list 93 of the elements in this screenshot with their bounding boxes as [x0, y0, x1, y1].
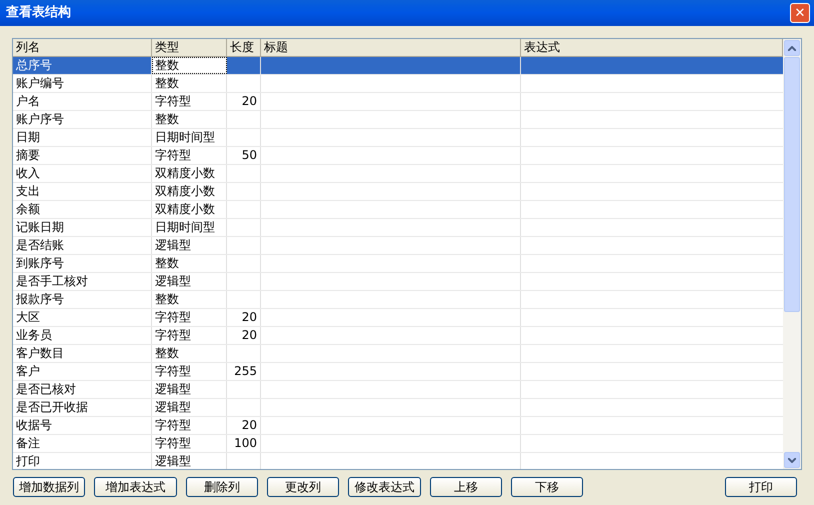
scroll-thumb[interactable] — [784, 57, 800, 312]
table-row[interactable]: 支出 双精度小数 — [13, 183, 783, 201]
table-cell: 20 — [242, 328, 257, 342]
table-row[interactable]: 收入 双精度小数 — [13, 165, 783, 183]
table-cell: 是否已开收据 — [16, 400, 88, 414]
action-button[interactable]: 更改列 — [267, 477, 339, 497]
action-button[interactable]: 打印 — [725, 477, 797, 497]
table-cell: 大区 — [16, 310, 40, 324]
table-row[interactable]: 是否手工核对 逻辑型 — [13, 273, 783, 291]
table-cell: 收据号 — [16, 418, 52, 432]
table-cell: 双精度小数 — [155, 166, 215, 180]
table-cell: 整数 — [155, 112, 179, 126]
table-row[interactable]: 客户 字符型 255 — [13, 363, 783, 381]
table-cell: 日期 — [16, 130, 40, 144]
column-header[interactable]: 列名 — [13, 39, 152, 56]
table-cell: 收入 — [16, 166, 40, 180]
table-cell: 字符型 — [155, 418, 191, 432]
table-cell: 逻辑型 — [155, 454, 191, 468]
table-cell: 字符型 — [155, 328, 191, 342]
table-cell: 报款序号 — [16, 292, 64, 306]
table-cell: 双精度小数 — [155, 202, 215, 216]
action-button[interactable]: 增加数据列 — [13, 477, 85, 497]
table-cell: 客户数目 — [16, 346, 64, 360]
table-cell: 打印 — [16, 454, 40, 468]
action-button[interactable]: 增加表达式 — [94, 477, 177, 497]
table-row[interactable]: 记账日期 日期时间型 — [13, 219, 783, 237]
table-cell: 整数 — [155, 58, 179, 72]
action-button[interactable]: 上移 — [430, 477, 502, 497]
close-button[interactable]: ✕ — [790, 3, 810, 23]
table-row[interactable]: 账户序号 整数 — [13, 111, 783, 129]
table-row[interactable]: 报款序号 整数 — [13, 291, 783, 309]
scroll-down-button[interactable] — [784, 452, 800, 468]
table-cell: 客户 — [16, 364, 40, 378]
table-row[interactable]: 摘要 字符型 50 — [13, 147, 783, 165]
table-cell: 逻辑型 — [155, 274, 191, 288]
table-cell: 备注 — [16, 436, 40, 450]
table-cell: 整数 — [155, 76, 179, 90]
table-cell: 摘要 — [16, 148, 40, 162]
column-header[interactable]: 标题 — [261, 39, 521, 56]
scrollbar[interactable] — [783, 39, 801, 469]
table-cell: 总序号 — [16, 58, 52, 72]
table-row[interactable]: 是否已核对 逻辑型 — [13, 381, 783, 399]
table-cell: 双精度小数 — [155, 184, 215, 198]
table-row[interactable]: 户名 字符型 20 — [13, 93, 783, 111]
table-row[interactable]: 总序号 整数 — [13, 57, 783, 75]
table-cell: 到账序号 — [16, 256, 64, 270]
table-cell: 支出 — [16, 184, 40, 198]
table-cell: 100 — [234, 436, 257, 450]
table-cell: 日期时间型 — [155, 220, 215, 234]
table-cell: 字符型 — [155, 364, 191, 378]
table-cell: 账户编号 — [16, 76, 64, 90]
table-cell: 整数 — [155, 292, 179, 306]
table-cell: 50 — [242, 148, 257, 162]
window-title: 查看表结构 — [6, 4, 71, 22]
table-cell: 户名 — [16, 94, 40, 108]
column-header[interactable]: 长度 — [227, 39, 261, 56]
table-cell: 整数 — [155, 346, 179, 360]
action-button[interactable]: 修改表达式 — [348, 477, 421, 497]
table-cell: 逻辑型 — [155, 400, 191, 414]
table-cell: 是否已核对 — [16, 382, 76, 396]
table-row[interactable]: 业务员 字符型 20 — [13, 327, 783, 345]
table-row[interactable]: 客户数目 整数 — [13, 345, 783, 363]
table-cell: 字符型 — [155, 94, 191, 108]
table-cell: 255 — [234, 364, 257, 378]
table-cell: 20 — [242, 310, 257, 324]
table-cell: 是否结账 — [16, 238, 64, 252]
table-cell: 账户序号 — [16, 112, 64, 126]
table-cell: 20 — [242, 418, 257, 432]
action-button[interactable]: 下移 — [511, 477, 583, 497]
table-row[interactable]: 账户编号 整数 — [13, 75, 783, 93]
table-cell: 业务员 — [16, 328, 52, 342]
column-header[interactable]: 类型 — [152, 39, 227, 56]
table-cell: 逻辑型 — [155, 382, 191, 396]
table-row[interactable]: 收据号 字符型 20 — [13, 417, 783, 435]
table-cell: 20 — [242, 94, 257, 108]
table-cell: 余额 — [16, 202, 40, 216]
table-row[interactable]: 余额 双精度小数 — [13, 201, 783, 219]
table-cell: 整数 — [155, 256, 179, 270]
table-row[interactable]: 是否已开收据 逻辑型 — [13, 399, 783, 417]
table-row[interactable]: 日期 日期时间型 — [13, 129, 783, 147]
table-row[interactable]: 备注 字符型 100 — [13, 435, 783, 453]
table-cell: 字符型 — [155, 310, 191, 324]
table-cell: 是否手工核对 — [16, 274, 88, 288]
table-cell: 字符型 — [155, 436, 191, 450]
scroll-up-button[interactable] — [784, 40, 800, 56]
table-cell: 字符型 — [155, 148, 191, 162]
action-button[interactable]: 删除列 — [186, 477, 258, 497]
table-cell: 逻辑型 — [155, 238, 191, 252]
table-row[interactable]: 到账序号 整数 — [13, 255, 783, 273]
table-cell: 日期时间型 — [155, 130, 215, 144]
table-row[interactable]: 是否结账 逻辑型 — [13, 237, 783, 255]
table-cell: 记账日期 — [16, 220, 64, 234]
table-row[interactable]: 大区 字符型 20 — [13, 309, 783, 327]
